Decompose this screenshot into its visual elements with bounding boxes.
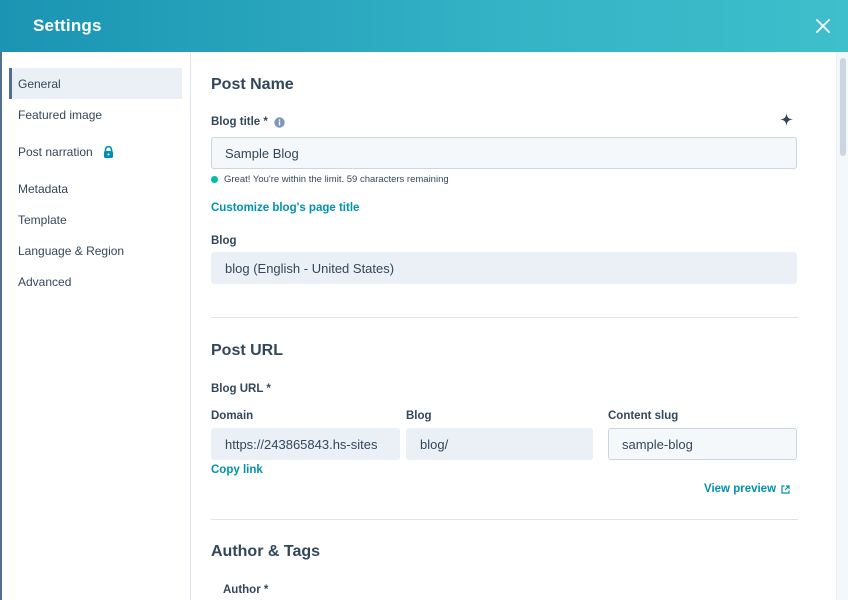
settings-content: Post Name Blog title * Sample Blog Great… [192,52,832,600]
post-url-title: Post URL [211,342,283,359]
domain-input[interactable]: https://243865843.hs-sites [211,428,400,460]
settings-sidebar: General Featured image Post narration Me… [2,52,191,600]
blog-label: Blog [211,235,237,247]
scrollbar-thumb[interactable] [840,58,846,156]
content-scrollbar[interactable] [836,52,848,600]
blog-title-label: Blog title * [211,116,285,128]
hint-text: Great! You're within the limit. 59 chara… [224,174,449,185]
sidebar-item-label: Advanced [18,274,72,289]
author-tags-title: Author & Tags [211,543,321,560]
blog-select[interactable]: blog (English - United States) [211,252,797,284]
sidebar-item-general[interactable]: General [9,68,182,99]
success-dot-icon [211,176,218,183]
sidebar-item-advanced[interactable]: Advanced [9,266,182,297]
sidebar-item-label: General [18,76,61,91]
section-divider [211,317,798,318]
sidebar-item-label: Template [18,212,67,227]
close-button[interactable] [812,15,834,37]
customize-page-title-link[interactable]: Customize blog's page title [211,202,359,214]
blog-title-input[interactable]: Sample Blog [211,137,797,169]
info-icon[interactable] [274,116,285,128]
character-limit-hint: Great! You're within the limit. 59 chara… [211,174,449,185]
sidebar-item-label: Post narration [18,144,93,159]
blog-url-label: Blog URL * [211,383,271,395]
ai-assist-button[interactable] [780,113,793,131]
sidebar-item-label: Metadata [18,181,69,196]
sidebar-item-label: Featured image [18,107,103,122]
sidebar-item-language-region[interactable]: Language & Region [9,235,182,266]
sidebar-item-post-narration[interactable]: Post narration [9,136,182,167]
url-blog-input[interactable]: blog/ [406,428,593,460]
copy-link[interactable]: Copy link [211,464,263,476]
sidebar-item-metadata[interactable]: Metadata [9,173,182,204]
post-name-title: Post Name [211,76,294,93]
lock-icon [103,145,114,158]
view-preview-link[interactable]: View preview [704,483,790,495]
external-link-icon [781,484,790,494]
settings-header: Settings [0,0,848,52]
author-label: Author * [223,584,269,596]
content-slug-input[interactable]: sample-blog [608,428,797,460]
sidebar-item-template[interactable]: Template [9,204,182,235]
view-preview-text: View preview [704,483,777,495]
close-icon [816,19,830,33]
content-slug-label: Content slug [608,410,679,422]
blog-title-label-text: Blog title * [211,116,268,128]
sidebar-item-featured-image[interactable]: Featured image [9,99,182,130]
sidebar-item-label: Language & Region [18,243,125,258]
sparkle-icon [780,113,793,126]
url-blog-label: Blog [406,410,432,422]
section-divider [211,519,798,520]
header-title: Settings [33,16,102,35]
domain-label: Domain [211,410,254,422]
